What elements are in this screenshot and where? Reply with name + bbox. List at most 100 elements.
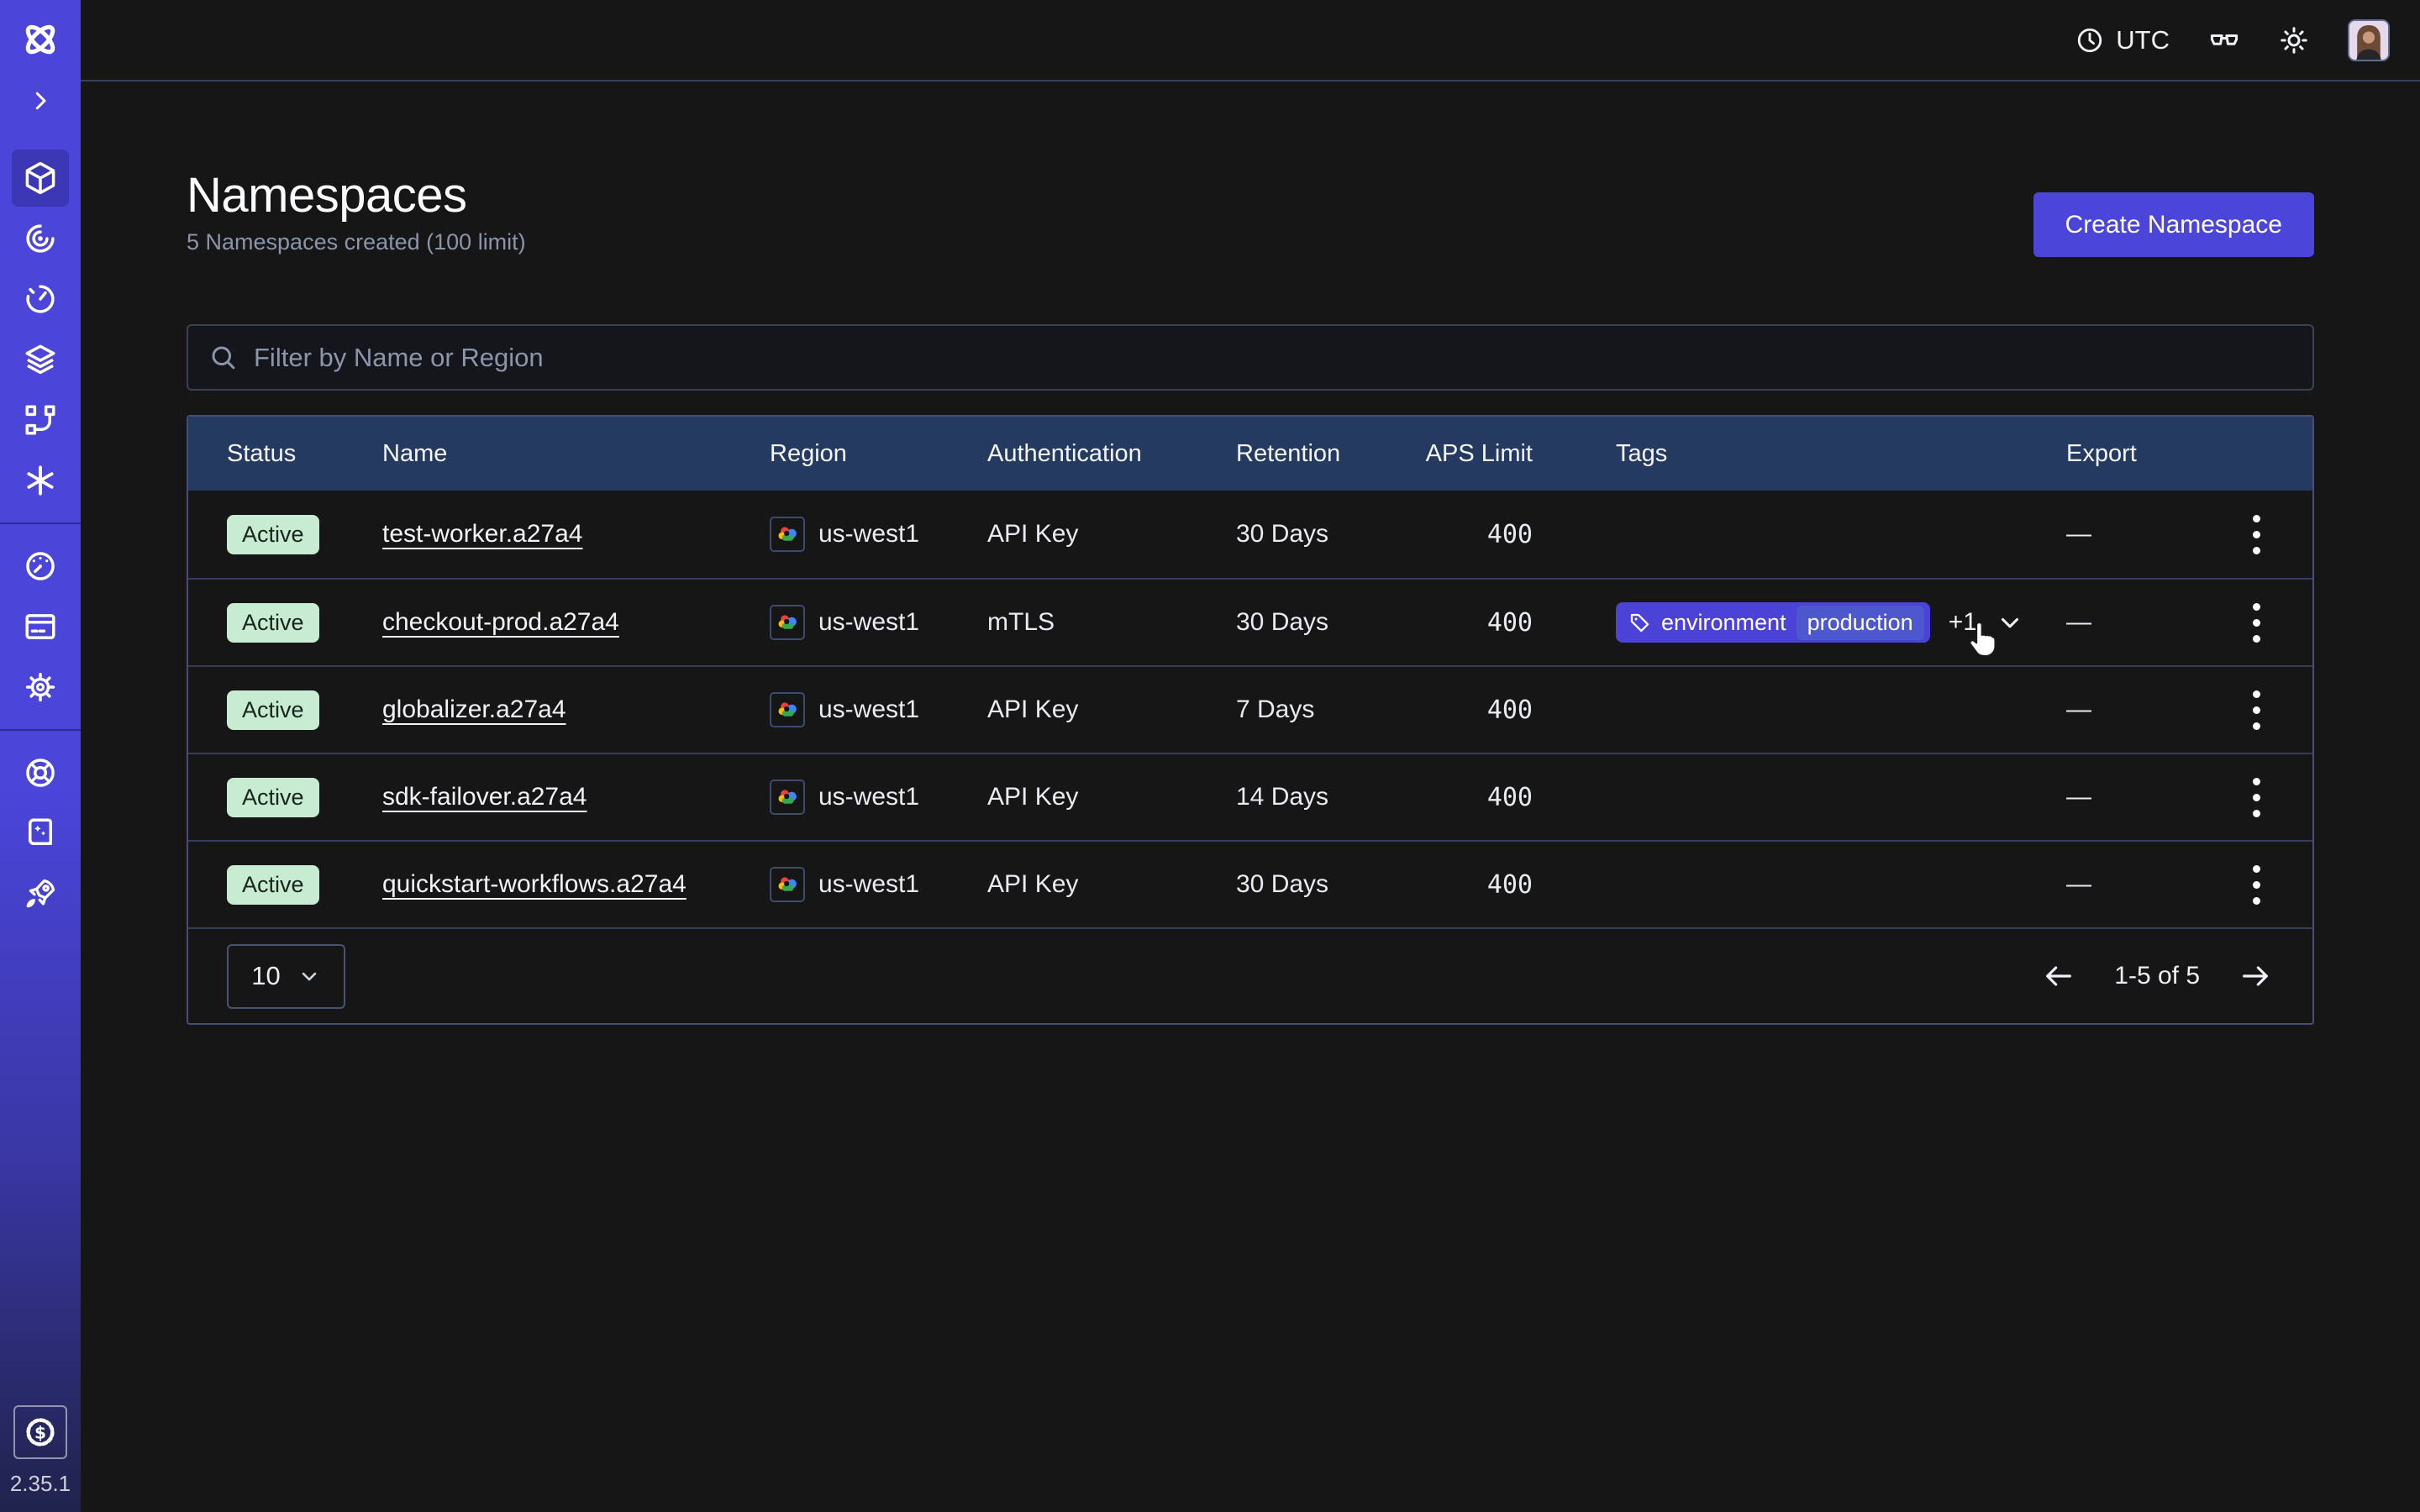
col-tags: Tags (1616, 440, 2066, 468)
namespaces-table: Status Name Region Authentication Retent… (187, 415, 2314, 1025)
export-cell: — (2066, 520, 2200, 549)
row-menu-button[interactable] (2244, 682, 2269, 738)
region-cell: us-west1 (770, 867, 987, 902)
sidebar-item-radar[interactable] (0, 208, 81, 269)
retention-cell: 30 Days (1236, 608, 1390, 637)
theme-toggle-button[interactable] (2279, 25, 2309, 55)
region-label: us-west1 (818, 696, 919, 724)
auth-cell: API Key (987, 870, 1236, 899)
col-export: Export (2066, 440, 2200, 468)
sidebar-nav-account (0, 536, 81, 717)
table-header: Status Name Region Authentication Retent… (188, 417, 2312, 491)
svg-text:$: $ (34, 1422, 46, 1442)
tag-value: production (1797, 606, 1924, 640)
page-title: Namespaces (187, 169, 526, 223)
sidebar-nav-primary (0, 148, 81, 511)
tag-icon (1628, 612, 1651, 634)
page-size-select[interactable]: 10 (227, 944, 345, 1009)
namespace-link[interactable]: globalizer.a27a4 (382, 696, 566, 723)
tag-more-count: +1 (1949, 608, 1977, 637)
table-row: Active globalizer.a27a4 us-west1 API Key… (188, 665, 2312, 753)
chevron-down-icon (297, 964, 321, 988)
google-cloud-icon (770, 867, 805, 902)
export-cell: — (2066, 783, 2200, 811)
row-menu-button[interactable] (2244, 595, 2269, 651)
sidebar-item-layers[interactable] (0, 329, 81, 390)
tag-chip[interactable]: environment production (1616, 602, 1930, 643)
sidebar-item-timer[interactable] (0, 269, 81, 329)
glasses-icon (2208, 24, 2240, 56)
clock-icon (2075, 26, 2104, 55)
sidebar-item-asterisk[interactable] (0, 450, 81, 511)
table-row: Active test-worker.a27a4 us-west1 API Ke… (188, 491, 2312, 578)
content: Namespaces 5 Namespaces created (100 lim… (81, 81, 2420, 1512)
status-badge: Active (227, 690, 319, 730)
create-namespace-button[interactable]: Create Namespace (2033, 192, 2314, 257)
retention-cell: 14 Days (1236, 783, 1390, 811)
google-cloud-icon (770, 692, 805, 727)
namespace-link[interactable]: checkout-prod.a27a4 (382, 608, 619, 636)
gear-icon (23, 669, 58, 705)
timezone-button[interactable]: UTC (2075, 25, 2170, 55)
row-menu-button[interactable] (2244, 507, 2269, 563)
aps-cell: 400 (1390, 520, 1616, 549)
temporal-logo-icon (19, 18, 61, 60)
sidebar-item-settings[interactable] (0, 657, 81, 717)
region-cell: us-west1 (770, 605, 987, 640)
aps-cell: 400 (1390, 608, 1616, 638)
retention-cell: 7 Days (1236, 696, 1390, 724)
sidebar-expand-button[interactable] (24, 84, 57, 118)
sidebar-item-support[interactable] (0, 743, 81, 803)
namespace-link[interactable]: test-worker.a27a4 (382, 520, 582, 548)
region-label: us-west1 (818, 870, 919, 899)
book-icon (23, 816, 58, 851)
page-subtitle: 5 Namespaces created (100 limit) (187, 229, 526, 255)
tag-key: environment (1661, 610, 1786, 636)
sidebar-item-branch[interactable] (0, 390, 81, 450)
aps-cell: 400 (1390, 696, 1616, 725)
labs-toggle-button[interactable] (2208, 24, 2240, 56)
google-cloud-icon (770, 517, 805, 552)
sidebar-nav-help (0, 743, 81, 924)
topbar: UTC (81, 0, 2420, 81)
dollar-badge-icon: $ (23, 1415, 58, 1450)
status-badge: Active (227, 865, 319, 905)
retention-cell: 30 Days (1236, 520, 1390, 549)
filter-wrapper (187, 324, 2314, 391)
status-badge: Active (227, 515, 319, 554)
status-badge: Active (227, 603, 319, 643)
tags-cell: environment production +1 (1616, 602, 2066, 643)
namespace-link[interactable]: sdk-failover.a27a4 (382, 783, 587, 811)
region-cell: us-west1 (770, 517, 987, 552)
retention-cell: 30 Days (1236, 870, 1390, 899)
sidebar-item-billing[interactable] (0, 596, 81, 657)
table-row: Active checkout-prod.a27a4 us-west1 mTLS… (188, 578, 2312, 665)
filter-input[interactable] (187, 324, 2314, 391)
region-cell: us-west1 (770, 692, 987, 727)
auth-cell: API Key (987, 783, 1236, 811)
auth-cell: mTLS (987, 608, 1236, 637)
col-status: Status (188, 440, 382, 468)
sidebar-item-usage[interactable] (0, 536, 81, 596)
region-label: us-west1 (818, 520, 919, 549)
pagination: 1-5 of 5 (2042, 959, 2272, 993)
prev-page-button[interactable] (2042, 959, 2075, 993)
sidebar-item-docs[interactable] (0, 803, 81, 864)
row-menu-button[interactable] (2244, 769, 2269, 826)
sidebar: $ 2.35.1 (0, 0, 81, 1512)
pricing-button[interactable]: $ (13, 1405, 67, 1459)
col-aps-limit: APS Limit (1390, 440, 1616, 468)
export-cell: — (2066, 870, 2200, 899)
sidebar-divider (0, 729, 81, 731)
radar-icon (23, 221, 58, 256)
sidebar-item-namespaces[interactable] (0, 148, 81, 208)
next-page-button[interactable] (2238, 959, 2272, 993)
row-menu-button[interactable] (2244, 857, 2269, 913)
avatar[interactable] (2348, 19, 2390, 61)
region-label: us-west1 (818, 608, 919, 637)
namespace-link[interactable]: quickstart-workflows.a27a4 (382, 870, 687, 898)
export-cell: — (2066, 608, 2200, 637)
tags-expand-button[interactable] (1996, 608, 2024, 637)
sidebar-item-getting-started[interactable] (0, 864, 81, 924)
chevron-down-icon (1996, 608, 2024, 637)
